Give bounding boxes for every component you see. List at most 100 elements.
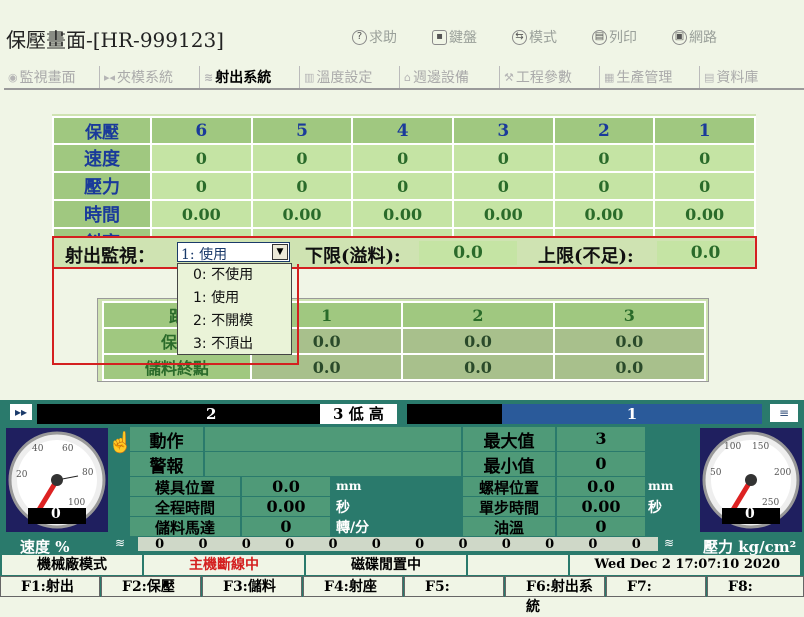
max-label: 最大值 — [463, 427, 555, 452]
print-button[interactable]: ▤ 列印 — [592, 27, 637, 47]
database-icon: ▤ — [704, 70, 715, 84]
f1-button[interactable]: F1:射出 — [0, 576, 100, 597]
keyboard-button[interactable]: ▪ 鍵盤 — [432, 27, 477, 47]
help-button[interactable]: ? 求助 — [352, 27, 397, 47]
screw-pos-value: 0.0 — [557, 477, 645, 496]
charge-end-cell[interactable]: 0.0 — [401, 353, 555, 381]
injection-icon: ≋ — [204, 70, 214, 84]
slider-tick-label: 0 — [588, 536, 598, 552]
cycle-time-value: 0.00 — [242, 497, 330, 516]
pressure-readout: 0 — [745, 506, 755, 522]
f5-button[interactable]: F5: — [404, 576, 504, 597]
min-label: 最小值 — [463, 452, 555, 477]
time-cell[interactable]: 0.00 — [451, 199, 555, 229]
chevron-down-icon[interactable]: ▼ — [272, 244, 288, 260]
temperature-icon: ▥ — [304, 70, 315, 84]
mode-button[interactable]: ⇆ 模式 — [512, 27, 557, 47]
cycle-bar-left-b: 3 低 高 — [320, 404, 397, 424]
hold-col-header: 1 — [653, 116, 756, 145]
f2-button[interactable]: F2:保壓 — [101, 576, 201, 597]
pressure-tick: 200 — [774, 468, 792, 478]
f6-button[interactable]: F6:射出系統 — [505, 576, 605, 615]
lower-limit-value[interactable]: 0.0 — [419, 241, 517, 265]
tab-bar: ◉ 監視畫面 ▸◂ 夾模系統 ≋ 射出系統 ▥ 溫度設定 ⌂ 週邊設備 ⚒ 工程參數 ▦ 生產… — [4, 66, 804, 90]
clamp-icon: ▸◂ — [104, 70, 116, 84]
pressure-cell[interactable]: 0 — [150, 171, 253, 201]
slider-tick-label: 0 — [458, 536, 468, 552]
tab-label: 夾模系統 — [117, 70, 174, 86]
tab-temperature[interactable]: ▥ 溫度設定 — [300, 66, 400, 88]
oil-temp-label: 油溫 — [463, 517, 555, 537]
pressure-tick: 50 — [710, 468, 722, 478]
screw-pos-unit: mm — [648, 479, 674, 493]
charge-end-cell[interactable]: 0.0 — [552, 353, 707, 381]
tab-database[interactable]: ▤ 資料庫 — [700, 66, 794, 88]
max-value: 3 — [557, 427, 645, 451]
f3-button[interactable]: F3:儲料 — [202, 576, 302, 597]
left-slider-icon: ≋ — [115, 536, 126, 550]
monitor-select[interactable]: 1: 使用 ▼ — [177, 242, 290, 263]
hold-col-header: 6 — [150, 116, 253, 145]
single-time-label: 單步時間 — [463, 497, 555, 517]
pressure-gauge: 100 150 50 200 250 0 — [700, 428, 802, 532]
row-label-pressure: 壓力 — [52, 171, 152, 201]
pressure-cell[interactable]: 0 — [351, 171, 454, 201]
network-button[interactable]: ▣ 網路 — [672, 27, 717, 47]
hold-distance-cell[interactable]: 0.0 — [401, 327, 555, 355]
peripheral-icon: ⌂ — [404, 70, 411, 84]
upper-limit-value[interactable]: 0.0 — [657, 241, 754, 265]
tab-production[interactable]: ▦ 生產管理 — [600, 66, 700, 88]
expand-icon[interactable]: ▸▸ — [10, 404, 32, 420]
speed-tick: 60 — [62, 444, 74, 454]
speed-cell[interactable]: 0 — [250, 143, 354, 173]
shrink-icon[interactable]: ≡ — [770, 404, 798, 422]
pressure-cell[interactable]: 0 — [653, 171, 756, 201]
tab-injection[interactable]: ≋ 射出系統 — [200, 66, 300, 88]
status-blank — [468, 555, 568, 575]
screw-pos-label: 螺桿位置 — [463, 477, 555, 497]
slider-tick-label: 0 — [241, 536, 251, 552]
pressure-cell[interactable]: 0 — [451, 171, 555, 201]
f8-button[interactable]: F8: — [707, 576, 804, 597]
time-cell[interactable]: 0.00 — [653, 199, 756, 229]
tab-engineering[interactable]: ⚒ 工程參數 — [500, 66, 600, 88]
speed-cell[interactable]: 0 — [653, 143, 756, 173]
row-label-speed: 速度 — [52, 143, 152, 173]
help-label: 求助 — [369, 30, 397, 46]
speed-cell[interactable]: 0 — [351, 143, 454, 173]
tab-label: 生產管理 — [616, 70, 673, 86]
tab-label: 溫度設定 — [316, 70, 373, 86]
monitor-selected-value: 1: 使用 — [181, 247, 228, 263]
print-icon: ▤ — [592, 29, 607, 45]
f4-button[interactable]: F4:射座 — [303, 576, 403, 597]
hold-table-panel: 保壓 6 5 4 3 2 1 速度 0 0 0 0 0 0 壓力 0 0 0 0… — [52, 114, 756, 257]
keyboard-icon: ▪ — [432, 29, 447, 45]
datetime: Wed Dec 2 17:07:10 2020 — [570, 555, 800, 575]
pressure-cell[interactable]: 0 — [552, 171, 656, 201]
speed-cell[interactable]: 0 — [451, 143, 555, 173]
single-time-value: 0.00 — [557, 497, 645, 516]
network-label: 網路 — [689, 30, 717, 46]
tab-monitor[interactable]: ◉ 監視畫面 — [4, 66, 100, 88]
min-value: 0 — [557, 452, 645, 476]
pressure-cell[interactable]: 0 — [250, 171, 354, 201]
cycle-time-label: 全程時間 — [130, 497, 240, 517]
time-cell[interactable]: 0.00 — [250, 199, 354, 229]
hold-distance-cell[interactable]: 0.0 — [552, 327, 707, 355]
row-label-time: 時間 — [52, 199, 152, 229]
pressure-tick: 150 — [752, 442, 770, 452]
tab-peripheral[interactable]: ⌂ 週邊設備 — [400, 66, 500, 88]
time-cell[interactable]: 0.00 — [552, 199, 656, 229]
slider-track[interactable]: 0 0 0 0 0 0 0 0 0 0 0 0 — [138, 536, 658, 552]
slider-tick-label: 0 — [155, 536, 165, 552]
lower-limit-label: 下限(溢料): — [305, 246, 401, 267]
tab-clamp[interactable]: ▸◂ 夾模系統 — [100, 66, 200, 88]
eye-icon: ◉ — [8, 70, 18, 84]
time-cell[interactable]: 0.00 — [150, 199, 253, 229]
time-cell[interactable]: 0.00 — [351, 199, 454, 229]
host-status: 主機斷線中 — [144, 555, 304, 575]
f7-button[interactable]: F7: — [606, 576, 706, 597]
speed-cell[interactable]: 0 — [552, 143, 656, 173]
speed-cell[interactable]: 0 — [150, 143, 253, 173]
hold-col-header: 4 — [351, 116, 454, 145]
